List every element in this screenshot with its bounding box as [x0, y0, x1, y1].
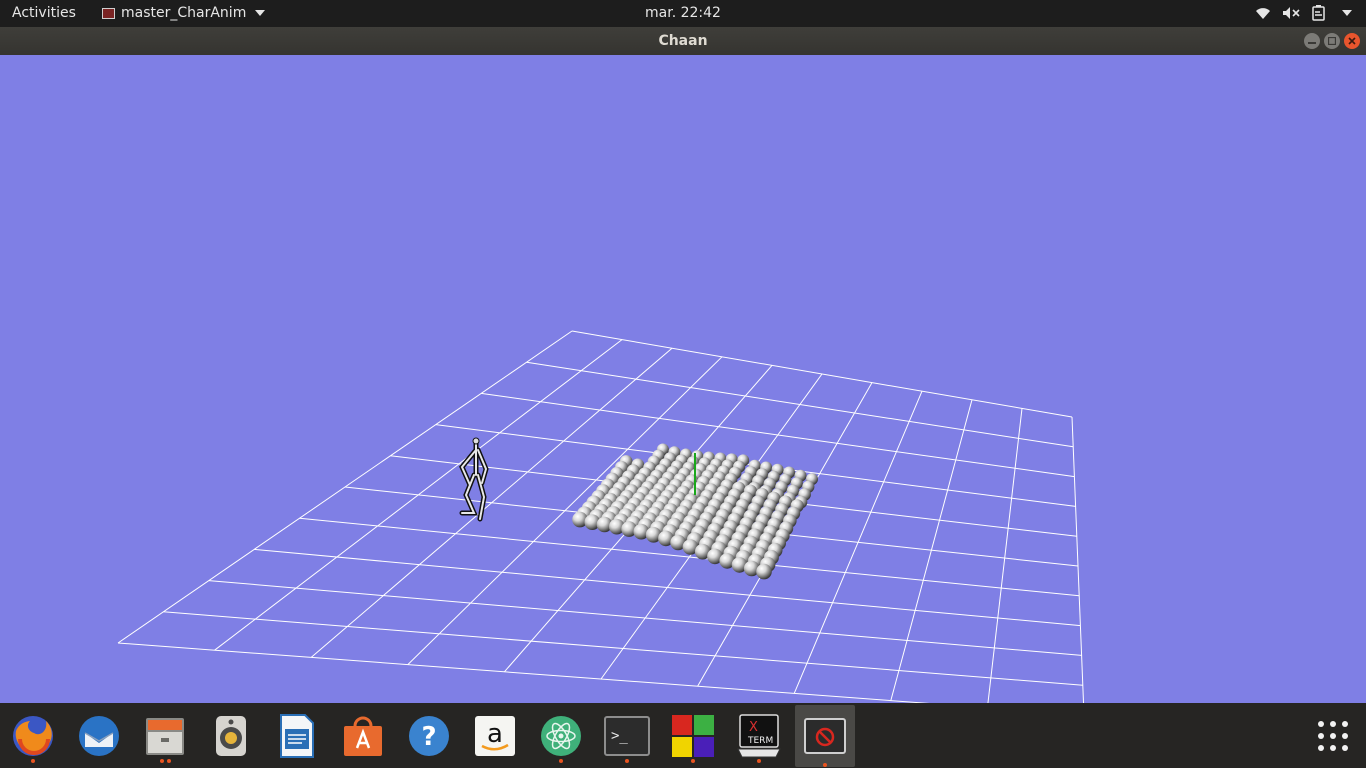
- amazon-glyph: a: [487, 719, 503, 749]
- firefox-icon: [13, 716, 53, 756]
- show-applications-button[interactable]: [1306, 709, 1360, 763]
- files-launcher[interactable]: [138, 709, 192, 763]
- dock: ? a >_ X TERM: [0, 703, 1366, 768]
- top-bar: Activities master_CharAnim mar. 22:42: [0, 0, 1366, 27]
- terminal-prompt-glyph: >_: [611, 728, 628, 744]
- firefox-launcher[interactable]: [6, 709, 60, 763]
- activities-button[interactable]: Activities: [12, 5, 76, 21]
- scene-canvas: [117, 330, 1085, 703]
- 3d-viewport[interactable]: [0, 55, 1366, 703]
- grid-line: [526, 361, 1074, 448]
- skeleton-figure: [459, 437, 489, 522]
- wifi-icon[interactable]: [1254, 4, 1272, 22]
- running-indicator: [823, 763, 827, 767]
- minimize-icon: [1308, 42, 1316, 44]
- chevron-down-icon: [255, 10, 266, 16]
- help-glyph: ?: [421, 722, 436, 752]
- battery-icon[interactable]: [1310, 4, 1328, 22]
- help-launcher[interactable]: ?: [402, 709, 456, 763]
- running-indicator: [559, 759, 563, 763]
- amazon-icon: a: [475, 716, 515, 756]
- xterm-icon: X TERM: [737, 714, 781, 758]
- windows-app-icon: [672, 715, 714, 757]
- grid-line: [793, 391, 923, 694]
- close-icon: [1348, 37, 1356, 45]
- app-icon: [102, 7, 115, 19]
- grid-line: [117, 642, 930, 703]
- thunderbird-launcher[interactable]: [72, 709, 126, 763]
- xterm-term-glyph: TERM: [747, 736, 773, 746]
- rhythmbox-icon: [216, 716, 246, 756]
- window-title: Chaan: [658, 33, 708, 49]
- volume-muted-icon[interactable]: [1282, 4, 1300, 22]
- software-center-icon: [344, 716, 382, 756]
- grid-line: [1071, 416, 1085, 703]
- libreoffice-writer-launcher[interactable]: [270, 709, 324, 763]
- running-indicator: [757, 759, 761, 763]
- app-grid-icon: [1318, 721, 1348, 751]
- app-menu-label: master_CharAnim: [121, 5, 247, 21]
- system-menu-caret-icon[interactable]: [1338, 4, 1356, 22]
- running-indicator: [625, 759, 629, 763]
- maximize-button[interactable]: [1324, 33, 1340, 49]
- xterm-launcher[interactable]: X TERM: [732, 709, 786, 763]
- minimize-button[interactable]: [1304, 33, 1320, 49]
- grid-line: [571, 330, 1073, 418]
- files-icon: [146, 718, 184, 755]
- windows-app-launcher[interactable]: [666, 709, 720, 763]
- libreoffice-writer-icon: [280, 714, 314, 758]
- chaan-window-icon: [804, 718, 846, 754]
- terminal-launcher[interactable]: >_: [600, 709, 654, 763]
- thunderbird-icon: [79, 716, 119, 756]
- software-center-launcher[interactable]: [336, 709, 390, 763]
- amazon-launcher[interactable]: a: [468, 709, 522, 763]
- maximize-icon: [1328, 37, 1336, 45]
- grid-line: [890, 399, 973, 701]
- terminal-icon: >_: [604, 716, 650, 756]
- cloth-sphere: [756, 563, 772, 580]
- window-titlebar[interactable]: Chaan: [0, 27, 1366, 55]
- rhythmbox-launcher[interactable]: [204, 709, 258, 763]
- chaan-window-launcher[interactable]: [795, 705, 855, 767]
- running-indicator: [31, 759, 35, 763]
- close-button[interactable]: [1344, 33, 1360, 49]
- help-icon: ?: [409, 716, 449, 756]
- app-menu[interactable]: master_CharAnim: [102, 5, 266, 21]
- running-indicator: [691, 759, 695, 763]
- atom-icon: [541, 716, 581, 756]
- clock[interactable]: mar. 22:42: [645, 5, 721, 21]
- system-tray[interactable]: [1254, 4, 1356, 22]
- grid-line: [987, 408, 1023, 703]
- atom-launcher[interactable]: [534, 709, 588, 763]
- xterm-x-glyph: X: [749, 720, 758, 735]
